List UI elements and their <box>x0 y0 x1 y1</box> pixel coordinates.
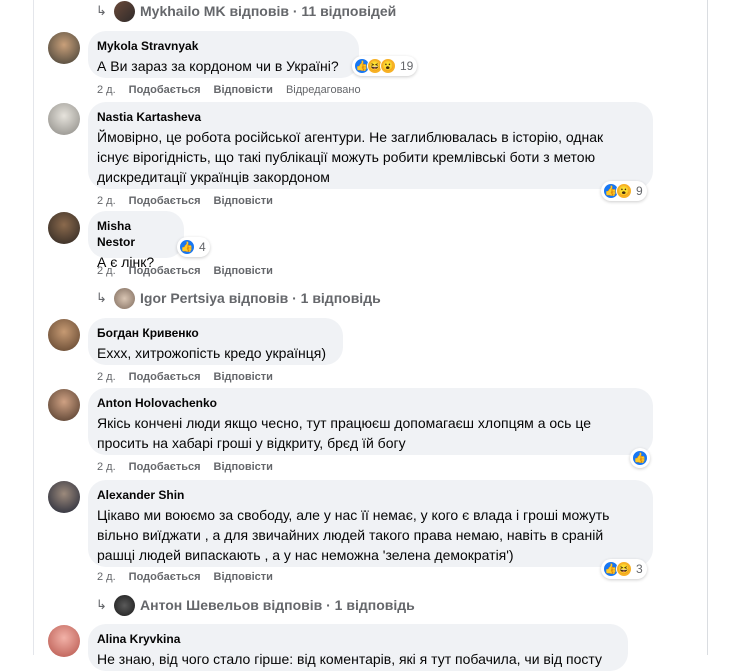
like-icon: 👍 <box>632 450 648 466</box>
comment-author[interactable]: Anton Holovachenko <box>97 395 641 411</box>
reply-button[interactable]: Відповісти <box>214 371 273 383</box>
comment-text: А Ви зараз за кордоном чи в Україні? <box>97 58 339 74</box>
comment-text-line: рашці людей випаскають , а у нас неможна… <box>97 547 514 563</box>
reaction-count: 9 <box>636 184 643 198</box>
comment-text-line: дискредитації українців закордоном <box>97 169 330 185</box>
avatar[interactable] <box>48 389 80 421</box>
panel-left-border <box>33 0 34 655</box>
reactions-summary[interactable]: 👍 😆 😮 19 <box>352 56 418 76</box>
comment-bubble: Anton Holovachenko Якісь кончені люди як… <box>88 388 653 455</box>
reactions-summary[interactable]: 👍 😆 3 <box>601 559 647 579</box>
reply-button[interactable]: Відповісти <box>214 571 273 583</box>
avatar[interactable] <box>48 319 80 351</box>
wow-icon: 😮 <box>616 183 632 199</box>
avatar[interactable] <box>48 625 80 657</box>
panel-right-border <box>707 0 708 655</box>
timestamp[interactable]: 2 д. <box>97 265 116 277</box>
reactions-summary[interactable]: 👍 <box>630 448 650 468</box>
comment-actions: 2 д. Подобається Відповісти <box>97 459 286 475</box>
view-replies-link[interactable]: ↳ Mykhailo MK відповів · 11 відповідей <box>96 0 396 22</box>
timestamp[interactable]: 2 д. <box>97 571 116 583</box>
reply-arrow-icon: ↳ <box>96 290 107 305</box>
comment-author[interactable]: Nastia Kartasheva <box>97 109 641 125</box>
like-button[interactable]: Подобається <box>129 371 201 383</box>
reply-button[interactable]: Відповісти <box>214 461 273 473</box>
comment-actions: 2 д. Подобається Відповісти <box>97 193 286 209</box>
avatar[interactable] <box>48 32 80 64</box>
avatar <box>114 594 135 616</box>
comment-actions: 2 д. Подобається Відповісти <box>97 263 286 279</box>
comment-text-line: Ймовірно, це робота російської агентури.… <box>97 129 604 145</box>
reply-button[interactable]: Відповісти <box>214 265 273 277</box>
comment-text-line: вільно виїджати , а для звичайних людей … <box>97 527 604 543</box>
like-button[interactable]: Подобається <box>129 571 201 583</box>
reply-arrow-icon: ↳ <box>96 3 107 18</box>
comment-author[interactable]: Alexander Shin <box>97 487 641 503</box>
timestamp[interactable]: 2 д. <box>97 461 116 473</box>
comment-author[interactable]: Misha Nestor <box>97 218 172 250</box>
view-replies-link[interactable]: ↳ Igor Pertsiya відповів · 1 відповідь <box>96 287 381 309</box>
comment-bubble: Misha Nestor А є лінк? <box>88 211 184 270</box>
like-icon: 👍 <box>179 239 195 255</box>
reply-button[interactable]: Відповісти <box>214 195 273 207</box>
comment-actions: 2 д. Подобається Відповісти <box>97 369 286 385</box>
comment-actions: 2 д. Подобається Відповісти Відредагован… <box>97 82 361 98</box>
timestamp[interactable]: 2 д. <box>97 371 116 383</box>
like-button[interactable]: Подобається <box>129 195 201 207</box>
comment-author[interactable]: Богдан Кривенко <box>97 325 331 341</box>
reply-button[interactable]: Відповісти <box>214 84 273 96</box>
comment-text-line: Якісь кончені люди якщо чесно, тут працю… <box>97 415 591 431</box>
comment-author[interactable]: Alina Kryvkina <box>97 631 616 647</box>
timestamp[interactable]: 2 д. <box>97 195 116 207</box>
avatar <box>114 0 135 22</box>
comment-bubble: Alexander Shin Цікаво ми воюємо за свобо… <box>88 480 653 567</box>
edited-label[interactable]: Відредаговано <box>286 84 361 96</box>
reactions-summary[interactable]: 👍 4 <box>177 237 210 257</box>
like-button[interactable]: Подобається <box>129 84 201 96</box>
avatar[interactable] <box>48 481 80 513</box>
like-button[interactable]: Подобається <box>129 461 201 473</box>
haha-icon: 😆 <box>616 561 632 577</box>
reactions-summary[interactable]: 👍 😮 9 <box>601 181 647 201</box>
avatar[interactable] <box>48 212 80 244</box>
comment-bubble: Nastia Kartasheva Ймовірно, це робота ро… <box>88 102 653 189</box>
reaction-count: 19 <box>400 59 414 73</box>
comment-text: Еххх, хитрожопість кредо українця) <box>97 345 327 361</box>
comment-actions: 2 д. Подобається Відповісти <box>97 569 286 585</box>
comment-text-line: існує вірогідність, що такі публікації м… <box>97 149 596 165</box>
reaction-count: 4 <box>199 240 206 254</box>
timestamp[interactable]: 2 д. <box>97 84 116 96</box>
like-button[interactable]: Подобається <box>129 265 201 277</box>
comment-text-line: Цікаво ми воюємо за свободу, але у нас ї… <box>97 507 610 523</box>
comment-bubble: Богдан Кривенко Еххх, хитрожопість кредо… <box>88 318 343 365</box>
view-replies-link[interactable]: ↳ Антон Шевельов відповів · 1 відповідь <box>96 594 415 616</box>
comment-text: Не знаю, від чого стало гірше: від комен… <box>97 651 602 667</box>
reply-arrow-icon: ↳ <box>96 597 107 612</box>
reaction-count: 3 <box>636 562 643 576</box>
avatar[interactable] <box>48 103 80 135</box>
comment-text-line: просить на хабарі гроші у відкриту, брєд… <box>97 435 406 451</box>
comment-bubble: Alina Kryvkina Не знаю, від чого стало г… <box>88 624 628 671</box>
avatar <box>114 287 135 309</box>
comment-bubble: Mykola Stravnyak А Ви зараз за кордоном … <box>88 31 359 78</box>
wow-icon: 😮 <box>380 58 396 74</box>
comment-author[interactable]: Mykola Stravnyak <box>97 38 347 54</box>
